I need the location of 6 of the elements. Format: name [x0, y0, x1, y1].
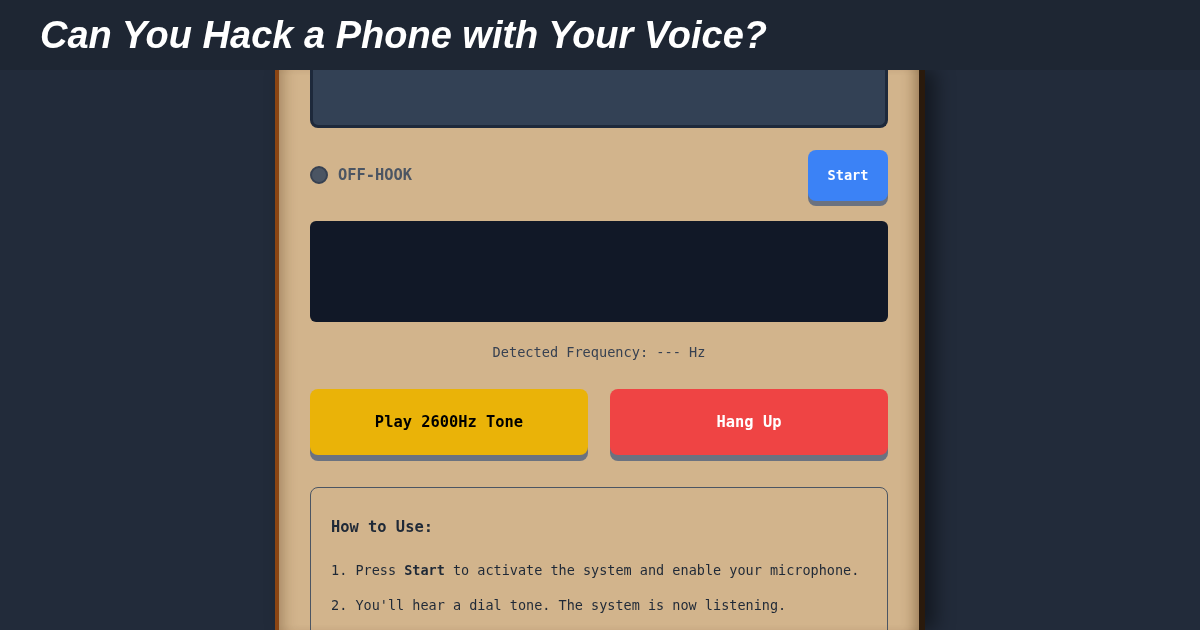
instruction-step: 1. Press Start to activate the system and enable your microphone.	[331, 560, 867, 580]
status-label: OFF-HOOK	[338, 166, 413, 184]
page-title: Can You Hack a Phone with Your Voice?	[40, 13, 768, 58]
instructions-heading: How to Use:	[331, 517, 434, 538]
frequency-readout: Detected Frequency: --- Hz	[491, 344, 707, 361]
instruction-step: 2. You'll hear a dial tone. The system is now listening.	[331, 595, 867, 615]
